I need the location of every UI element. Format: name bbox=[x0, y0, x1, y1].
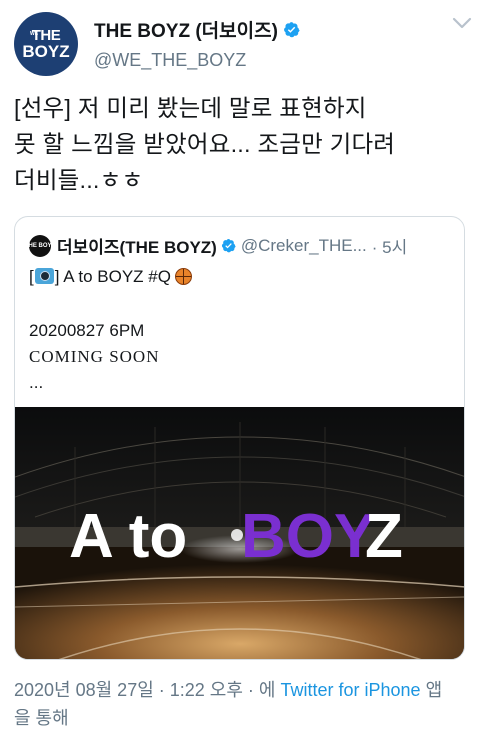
bracket-open: [ bbox=[29, 267, 34, 286]
quoted-date-line: 20200827 6PM bbox=[29, 321, 145, 340]
tweet-line: 못 할 느낌을 받았어요... 조금만 기다려 bbox=[14, 131, 396, 157]
author-handle[interactable]: @WE_THE_BOYZ bbox=[94, 50, 246, 71]
media-text-white: A to bbox=[69, 502, 187, 571]
media-light-flare bbox=[231, 529, 243, 541]
tweet-timestamp[interactable]: 2020년 08월 27일 · 1:22 오후 · 에 bbox=[14, 680, 275, 700]
camera-icon bbox=[34, 268, 54, 284]
quoted-display-name[interactable]: 더보이즈(THE BOYZ) bbox=[57, 233, 217, 258]
basketball-icon bbox=[174, 268, 192, 285]
quoted-tweet-header: THE BOYZ 더보이즈(THE BOYZ) @Creker_THE... ·… bbox=[25, 233, 459, 258]
tweet-line: [선우] 저 미리 봤는데 말로 표현하지 bbox=[14, 95, 367, 121]
verified-badge-icon bbox=[221, 238, 236, 253]
author-display-name[interactable]: THE BOYZ (더보이즈) bbox=[94, 16, 278, 43]
quoted-tweet[interactable]: THE BOYZ 더보이즈(THE BOYZ) @Creker_THE... ·… bbox=[14, 216, 465, 660]
quoted-title: A to BOYZ #Q bbox=[59, 267, 171, 286]
quoted-title-line: [] A to BOYZ #Q bbox=[29, 267, 192, 287]
avatar-tag: WE bbox=[30, 31, 39, 37]
media-text-white-end: Z bbox=[365, 502, 403, 571]
media-text-purple: BOY bbox=[241, 502, 375, 571]
quoted-coming-soon: COMING SOON bbox=[29, 347, 160, 366]
quoted-timestamp[interactable]: · 5시 bbox=[372, 233, 407, 258]
tweet-line: 더비들...ㅎㅎ bbox=[14, 167, 144, 193]
quoted-handle[interactable]: @Creker_THE... bbox=[241, 236, 367, 256]
tweet-metadata: 2020년 08월 27일 · 1:22 오후 · 에 Twitter for … bbox=[14, 676, 454, 732]
quoted-media-image[interactable]: A to BOY Z bbox=[15, 407, 465, 660]
quoted-avatar[interactable]: THE BOYZ bbox=[25, 234, 55, 257]
tweet-source-link[interactable]: Twitter for iPhone bbox=[281, 680, 421, 700]
quoted-ellipsis: ... bbox=[29, 373, 44, 392]
avatar-line-2: BOYZ bbox=[22, 42, 70, 61]
author-name-row[interactable]: THE BOYZ (더보이즈) bbox=[94, 16, 300, 43]
chevron-down-icon[interactable] bbox=[452, 16, 472, 30]
author-avatar[interactable]: WE THE BOYZ bbox=[14, 12, 78, 76]
tweet-text: [선우] 저 미리 봤는데 말로 표현하지 못 할 느낌을 받았어요... 조금… bbox=[14, 90, 474, 198]
verified-badge-icon bbox=[283, 22, 300, 38]
